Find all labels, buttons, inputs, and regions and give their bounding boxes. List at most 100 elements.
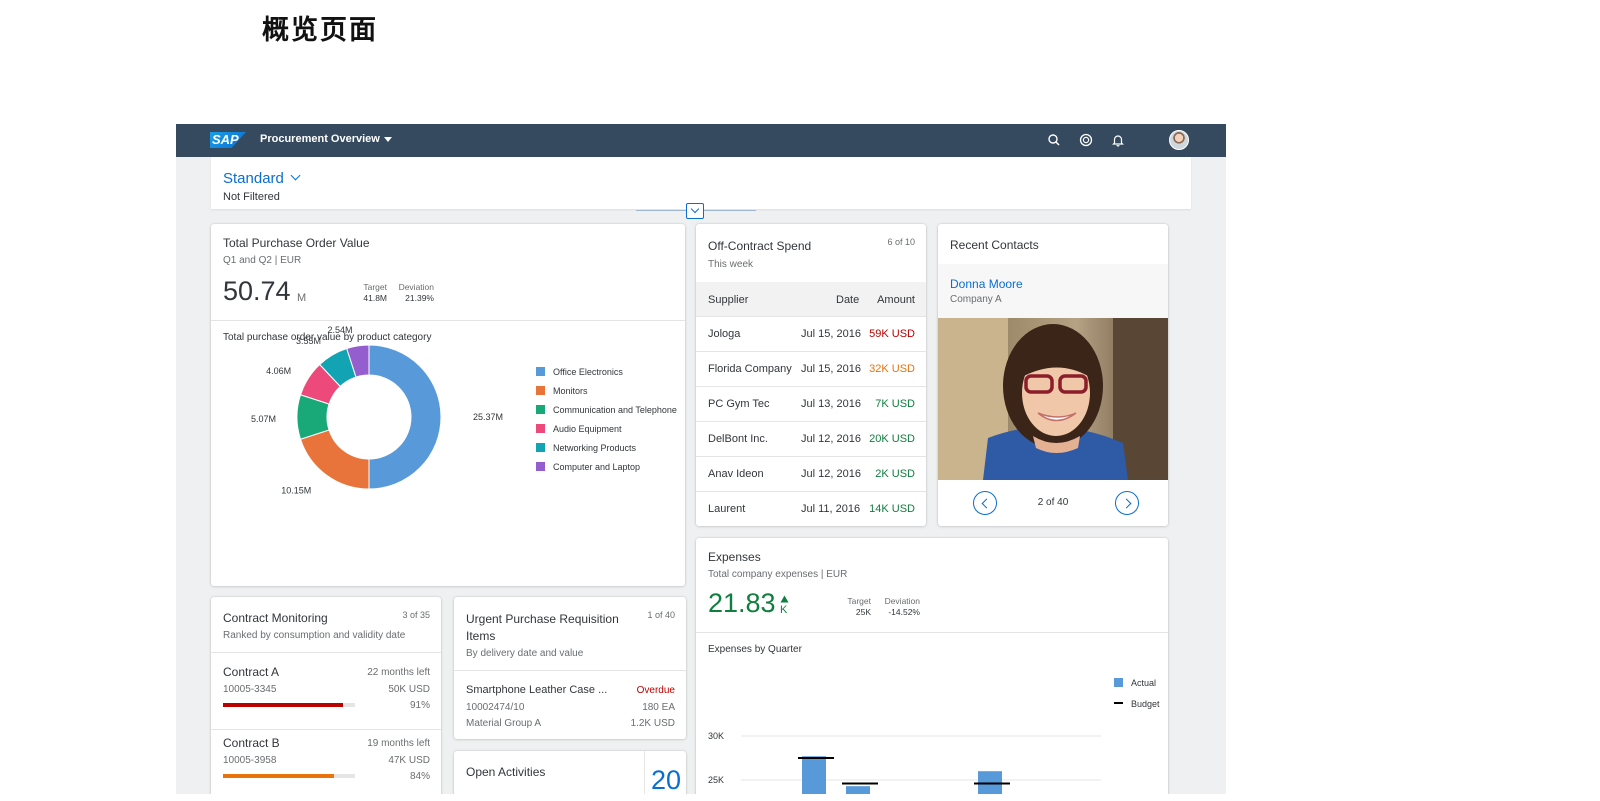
contract-monitoring-card[interactable]: Contract Monitoring 3 of 35 Ranked by co… [211, 597, 441, 794]
y-tick-label: 30K [708, 731, 724, 741]
search-icon[interactable] [1046, 132, 1062, 148]
donut-data-label-5: 2.54M [328, 325, 353, 335]
consumption-percent: 84% [409, 771, 430, 782]
document-title: 概览页面 [262, 15, 378, 46]
legend-item-4[interactable]: Networking Products [536, 443, 636, 453]
date-cell: Jul 15, 2016 [801, 328, 861, 340]
legend-swatch-actual [1114, 678, 1123, 687]
date-cell: Jul 15, 2016 [801, 363, 861, 375]
status-badge: Overdue [636, 685, 675, 696]
card-title: Urgent Purchase Requisition Items [466, 611, 619, 645]
table-row[interactable]: Florida Company Jul 15, 2016 32K USD [696, 352, 926, 387]
variant-label: Standard [223, 170, 284, 187]
caret-down-icon [383, 136, 392, 142]
supplier-cell: PC Gym Tec [708, 398, 770, 410]
bar-actual-1[interactable] [802, 756, 826, 794]
consumption-fill [223, 703, 344, 707]
donut-slice-1[interactable] [299, 429, 370, 490]
amount-cell: 2K USD [875, 468, 915, 480]
contact-photo [938, 318, 1168, 480]
legend-actual: Actual [1114, 678, 1156, 688]
sap-logo[interactable]: SAP [210, 132, 246, 148]
off-contract-spend-card[interactable]: Off-Contract Spend 6 of 10 This week Sup… [696, 224, 926, 526]
list-item[interactable]: Contract A 22 months left 10005-3345 50K US… [211, 659, 441, 730]
legend-swatch [536, 405, 545, 414]
donut-slice-0[interactable] [368, 344, 442, 490]
table-row[interactable]: Laurent Jul 11, 2016 14K USD [696, 492, 926, 526]
user-avatar[interactable] [1169, 130, 1189, 150]
legend-label: Audio Equipment [553, 424, 622, 434]
amount-cell: 7K USD [875, 398, 915, 410]
expenses-card[interactable]: Expenses Total company expenses | EUR 21… [696, 538, 1168, 794]
legend-item-1[interactable]: Monitors [536, 386, 588, 396]
column-amount: Amount [877, 294, 915, 306]
app-title-menu[interactable]: Procurement Overview [260, 133, 392, 145]
card-subtitle: This week [708, 259, 754, 270]
table-row[interactable]: PC Gym Tec Jul 13, 2016 7K USD [696, 387, 926, 422]
contract-value: 47K USD [388, 755, 430, 766]
legend-item-0[interactable]: Office Electronics [536, 367, 623, 377]
legend-budget: Budget [1114, 699, 1160, 709]
donut-data-label-4: 3.55M [296, 336, 321, 346]
legend-swatch-budget [1114, 702, 1123, 704]
amount-cell: 32K USD [869, 363, 915, 375]
contact-header: Donna Moore Company A [938, 264, 1168, 318]
recent-contacts-card[interactable]: Recent Contacts Donna Moore Company A 2 … [938, 224, 1168, 526]
card-title: Contract Monitoring [223, 611, 328, 625]
tile-divider [644, 751, 645, 794]
consumption-bar [223, 703, 355, 707]
consumption-percent: 91% [409, 700, 430, 711]
card-subtitle: By delivery date and value [466, 648, 584, 659]
total-po-value-card[interactable]: Total Purchase Order Value Q1 and Q2 | E… [211, 224, 685, 586]
donut-data-label-0: 25.37M [473, 412, 503, 422]
open-activities-card[interactable]: Open Activities 20 [454, 751, 686, 794]
item-count: 3 of 35 [402, 610, 430, 620]
expenses-bar-chart: 30K25K20K [708, 731, 1101, 794]
table-row[interactable]: Jologa Jul 15, 2016 59K USD [696, 317, 926, 352]
item-count: 1 of 40 [647, 610, 675, 620]
legend-item-5[interactable]: Computer and Laptop [536, 462, 640, 472]
contract-value: 50K USD [388, 684, 430, 695]
variant-selector[interactable]: Standard [223, 170, 301, 187]
date-cell: Jul 11, 2016 [801, 503, 861, 515]
copilot-icon[interactable] [1078, 132, 1094, 148]
legend-budget-label: Budget [1131, 699, 1160, 709]
bar-actual-2[interactable] [846, 786, 870, 794]
table-row[interactable]: Anav Ideon Jul 12, 2016 2K USD [696, 457, 926, 492]
collapse-header-button[interactable] [686, 203, 704, 219]
bell-icon[interactable] [1110, 132, 1126, 148]
consumption-fill [223, 774, 334, 778]
date-cell: Jul 12, 2016 [801, 468, 861, 480]
urgent-pr-card[interactable]: Urgent Purchase Requisition Items 1 of 40… [454, 597, 686, 739]
legend-item-3[interactable]: Audio Equipment [536, 424, 622, 434]
legend-swatch [536, 386, 545, 395]
contact-company: Company A [950, 294, 1002, 305]
contract-id: 10005-3958 [223, 755, 277, 766]
table-row[interactable]: DelBont Inc. Jul 12, 2016 20K USD [696, 422, 926, 457]
activities-count: 20 [651, 765, 682, 794]
amount-cell: 59K USD [869, 328, 915, 340]
amount-cell: 14K USD [869, 503, 915, 515]
item-name: Smartphone Leather Case ... [466, 684, 608, 696]
supplier-cell: Laurent [708, 503, 746, 515]
item-id: 10002474/10 [466, 702, 525, 713]
next-contact-button[interactable] [1115, 491, 1139, 515]
card-subtitle: Ranked by consumption and validity date [223, 630, 406, 641]
legend-item-2[interactable]: Communication and Telephone [536, 405, 677, 415]
fiori-app-window: SAP Procurement Overview Standard Not Fi… [176, 124, 1226, 794]
smart-filter-bar: Standard Not Filtered [211, 157, 1191, 209]
contact-name-link[interactable]: Donna Moore [950, 277, 1023, 291]
item-count: 6 of 10 [887, 237, 915, 247]
legend-actual-label: Actual [1131, 678, 1157, 688]
card-title: Recent Contacts [950, 238, 1039, 252]
filter-status: Not Filtered [223, 191, 280, 203]
date-cell: Jul 12, 2016 [801, 433, 861, 445]
donut-data-label-1: 10.15M [281, 486, 311, 496]
contract-remaining: 22 months left [367, 667, 430, 678]
item-group: Material Group A [466, 718, 542, 729]
list-item[interactable]: Contract B 19 months left 10005-3958 47K US… [211, 730, 441, 794]
supplier-cell: Jologa [708, 328, 741, 340]
app-title-label: Procurement Overview [260, 133, 380, 145]
chevron-down-icon [290, 170, 301, 181]
supplier-cell: DelBont Inc. [708, 433, 768, 445]
